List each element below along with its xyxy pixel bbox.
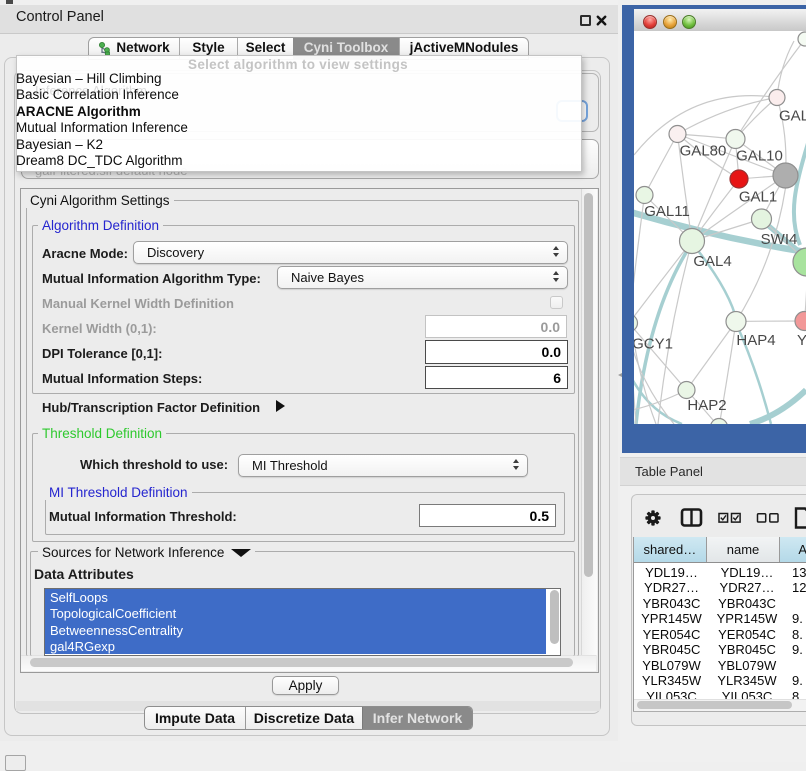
svg-text:HAP2: HAP2: [687, 397, 726, 414]
svg-text:YBR: YBR: [797, 332, 806, 349]
svg-text:GAL4: GAL4: [693, 253, 731, 270]
svg-text:GAL1: GAL1: [739, 189, 777, 206]
svg-text:SWI4: SWI4: [761, 231, 798, 248]
svg-text:GAL11: GAL11: [644, 203, 690, 220]
svg-text:GAL8: GAL8: [779, 108, 806, 125]
svg-text:GAL10: GAL10: [736, 148, 783, 165]
svg-text:GAL80: GAL80: [680, 143, 727, 160]
svg-text:GCY1: GCY1: [634, 336, 673, 353]
svg-text:HAP4: HAP4: [736, 332, 775, 349]
